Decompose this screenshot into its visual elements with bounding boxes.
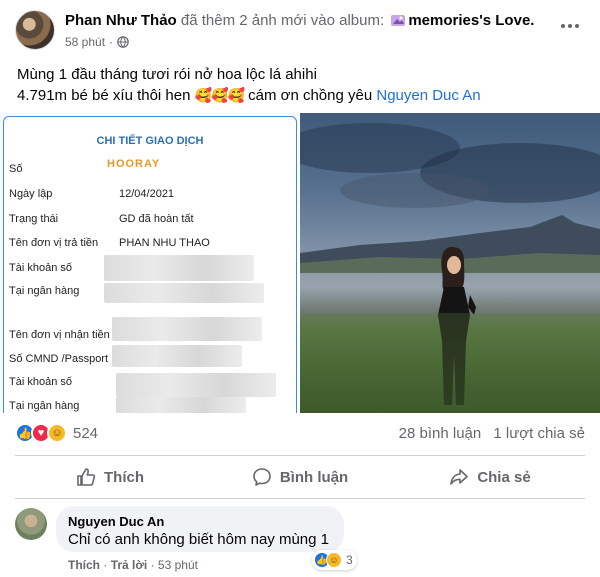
comment-label: Bình luận	[279, 468, 349, 486]
stats-right: 28 bình luận 1 lượt chia sẻ	[391, 425, 585, 442]
author-avatar[interactable]	[15, 10, 55, 50]
share-arrow-icon	[450, 469, 469, 485]
more-dot-icon	[575, 24, 579, 28]
receipt-label: Tài khoản số	[9, 376, 72, 388]
commenter-name[interactable]: Nguyen Duc An	[68, 514, 332, 529]
comment-reaction-count: 3	[346, 553, 353, 567]
post-time[interactable]: 58 phút	[65, 35, 105, 49]
meta-separator: ·	[103, 558, 108, 572]
receipt-value: PHAN NHU THAO	[119, 237, 210, 249]
more-dot-icon	[561, 24, 565, 28]
blurred-value	[116, 373, 276, 397]
cloud-shape	[340, 173, 490, 208]
album-name[interactable]: memories's Love.	[408, 12, 534, 29]
commenter-avatar[interactable]	[15, 508, 47, 540]
caption-line-2: 4.791m bé bé xíu thôi hen 🥰🥰🥰 cám ơn chồ…	[17, 85, 481, 107]
receipt-label: Số	[9, 163, 23, 175]
photo-receipt[interactable]: CHI TIẾT GIAO DỊCH HOORAY Số Ngày lập 12…	[0, 113, 298, 413]
share-label: Chia sẻ	[477, 468, 531, 486]
comment-time[interactable]: 53 phút	[158, 558, 198, 572]
meta-separator: ·	[109, 35, 114, 49]
comment-button[interactable]: Bình luận	[205, 457, 395, 497]
action-bar: Thích Bình luận Chia sẻ	[15, 457, 585, 497]
thumbs-up-icon	[77, 468, 96, 486]
receipt-label: Tại ngân hàng	[9, 285, 80, 297]
caption-line-1: Mùng 1 đầu tháng tươi rói nở hoa lộc lá …	[17, 66, 317, 83]
post-header: Phan Như Thảo đã thêm 2 ảnh mới vào albu…	[15, 8, 585, 54]
receipt-label: Ngày lập	[9, 188, 53, 200]
caption-text-suffix: cám ơn chồng yêu	[243, 87, 377, 104]
reaction-summary[interactable]: 👍 ♥ ☺ 524	[15, 423, 98, 443]
receipt-title: CHI TIẾT GIAO DỊCH	[96, 135, 204, 147]
like-label: Thích	[104, 468, 144, 486]
comment-bubble-icon	[253, 468, 271, 486]
comment-meta: Thích · Trả lời · 53 phút	[68, 558, 198, 572]
comment-reply-link[interactable]: Trả lời	[111, 558, 148, 572]
album-icon	[391, 15, 406, 26]
mention-link[interactable]: Nguyen Duc An	[376, 87, 480, 104]
more-options-button[interactable]	[557, 16, 583, 36]
caption-text: 4.791m bé bé xíu thôi hen	[17, 87, 195, 104]
transaction-receipt: CHI TIẾT GIAO DỊCH HOORAY Số Ngày lập 12…	[3, 116, 297, 413]
blurred-value	[104, 283, 264, 303]
share-count[interactable]: 1 lượt chia sẻ	[493, 425, 585, 442]
globe-icon[interactable]	[117, 36, 129, 48]
divider	[15, 498, 585, 499]
receipt-label: Tài khoản số	[9, 262, 72, 274]
comment-text: Chỉ có anh không biết hôm nay mùng 1	[68, 531, 329, 548]
blurred-value	[104, 255, 254, 281]
comment-like-link[interactable]: Thích	[68, 558, 100, 572]
post-action-text: đã thêm 2 ảnh mới vào album:	[176, 12, 389, 29]
smiling-hearts-emoji: 🥰🥰🥰	[194, 88, 245, 104]
post-caption: Mùng 1 đầu tháng tươi rói nở hoa lộc lá …	[17, 64, 481, 107]
receipt-value: GD đã hoàn tất	[119, 213, 194, 225]
share-button[interactable]: Chia sẻ	[395, 457, 585, 497]
divider	[15, 455, 585, 456]
more-dot-icon	[568, 24, 572, 28]
like-button[interactable]: Thích	[15, 457, 205, 497]
author-name[interactable]: Phan Như Thảo	[65, 12, 177, 29]
post-meta: 58 phút ·	[65, 35, 129, 49]
comment-reactions[interactable]: 👍 ☺ 3	[312, 550, 357, 570]
blurred-value	[112, 317, 262, 341]
post-author-line: Phan Như Thảo đã thêm 2 ảnh mới vào albu…	[65, 12, 534, 29]
meta-separator: ·	[150, 558, 155, 572]
blurred-value	[112, 345, 242, 367]
receipt-label: Số CMND /Passport	[9, 353, 109, 365]
receipt-label: Trạng thái	[9, 213, 59, 225]
receipt-label: Tên đơn vị nhận tiền	[9, 329, 110, 341]
post-stats: 👍 ♥ ☺ 524 28 bình luận 1 lượt chia sẻ	[15, 421, 585, 445]
reaction-count[interactable]: 524	[73, 425, 98, 442]
care-reaction-icon: ☺	[326, 552, 342, 568]
comment-bubble: Nguyen Duc An Chỉ có anh không biết hôm …	[56, 506, 344, 552]
grass-field	[300, 313, 600, 413]
receipt-label: Tại ngân hàng	[9, 400, 80, 412]
comment-count[interactable]: 28 bình luận	[399, 425, 482, 442]
hooray-sticker: HOORAY	[107, 158, 161, 170]
care-reaction-icon: ☺	[47, 423, 67, 443]
blurred-value	[116, 397, 246, 413]
photo-landscape[interactable]	[300, 113, 600, 413]
receipt-label: Tên đơn vị trả tiền	[9, 237, 99, 249]
receipt-value: 12/04/2021	[119, 188, 175, 200]
